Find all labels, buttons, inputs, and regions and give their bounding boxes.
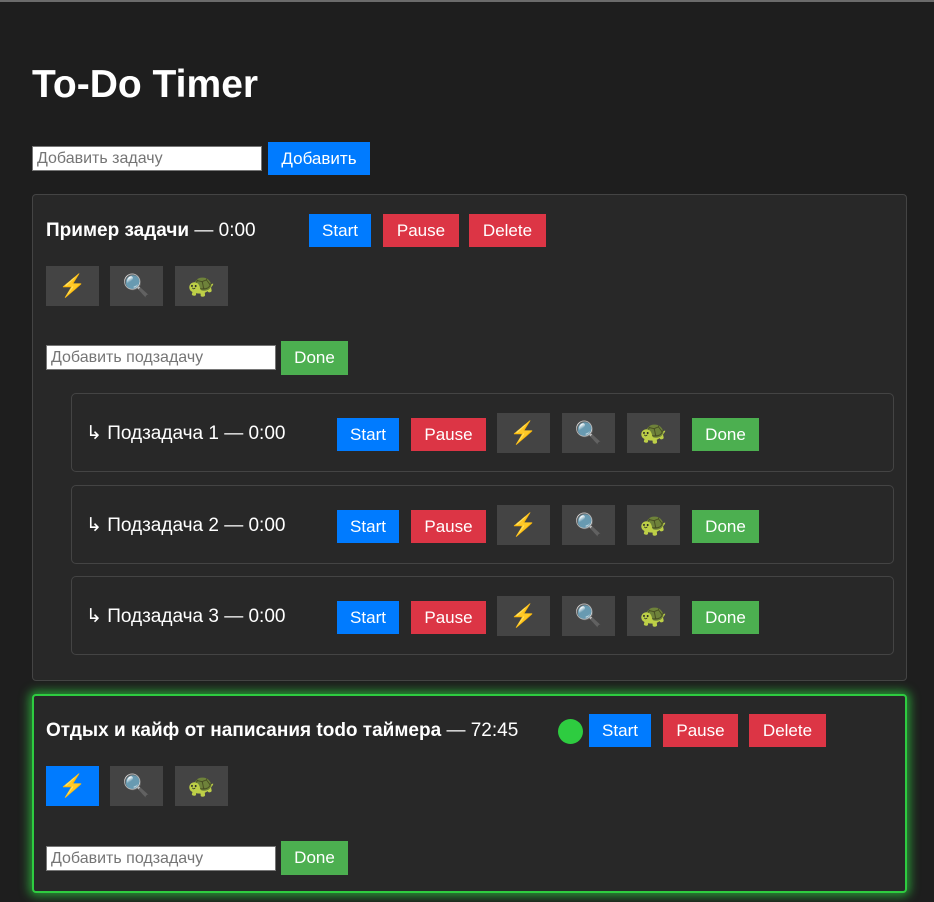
lightning-icon[interactable]: ⚡ — [497, 596, 550, 636]
magnifier-icon[interactable]: 🔍 — [110, 766, 163, 806]
subtask-label: ↳ Подзадача 2 — 0:00 — [86, 515, 286, 536]
lightning-icon[interactable]: ⚡ — [497, 413, 550, 453]
subtask-done-button[interactable]: Done — [692, 418, 759, 451]
subtask-label: ↳ Подзадача 1 — 0:00 — [86, 423, 286, 444]
window-top-border — [0, 0, 934, 2]
turtle-icon[interactable]: 🐢 — [627, 413, 680, 453]
task-start-button[interactable]: Start — [589, 714, 651, 747]
magnifier-icon[interactable]: 🔍 — [562, 505, 615, 545]
subtask-done-button[interactable]: Done — [692, 510, 759, 543]
subtask-label: ↳ Подзадача 3 — 0:00 — [86, 606, 286, 627]
task-delete-button[interactable]: Delete — [469, 214, 546, 247]
task-pause-button[interactable]: Pause — [383, 214, 459, 247]
task-pause-button[interactable]: Pause — [663, 714, 738, 747]
subtask-done-button[interactable]: Done — [692, 601, 759, 634]
subtask-pause-button[interactable]: Pause — [411, 510, 486, 543]
task-time: 72:45 — [470, 720, 519, 741]
task-card-running: Отдых и кайф от написания todo таймера —… — [32, 694, 907, 893]
magnifier-icon[interactable]: 🔍 — [562, 596, 615, 636]
turtle-icon[interactable]: 🐢 — [627, 505, 680, 545]
lightning-icon[interactable]: ⚡ — [497, 505, 550, 545]
task-delete-button[interactable]: Delete — [749, 714, 826, 747]
task-heading: Пример задачи — 0:00 — [46, 219, 256, 243]
page-title: To-Do Timer — [32, 63, 259, 106]
add-subtask-done-button[interactable]: Done — [281, 341, 348, 375]
lightning-icon[interactable]: ⚡ — [46, 766, 99, 806]
task-name: Пример задачи — [46, 220, 190, 241]
running-indicator-icon — [558, 719, 583, 744]
subtask-pause-button[interactable]: Pause — [411, 418, 486, 451]
subtask-input[interactable] — [46, 846, 276, 871]
task-separator: — — [194, 220, 214, 241]
add-task-form: Добавить — [32, 142, 370, 175]
turtle-icon[interactable]: 🐢 — [627, 596, 680, 636]
task-time: 0:00 — [218, 220, 256, 241]
subtask-pause-button[interactable]: Pause — [411, 601, 486, 634]
subtask-input[interactable] — [46, 345, 276, 370]
subtask-item: ↳ Подзадача 2 — 0:00 Start Pause ⚡ 🔍 🐢 D… — [71, 485, 894, 564]
add-task-button[interactable]: Добавить — [268, 142, 370, 175]
add-subtask-done-button[interactable]: Done — [281, 841, 348, 875]
task-name: Отдых и кайф от написания todo таймера — [46, 720, 442, 741]
subtask-start-button[interactable]: Start — [337, 418, 399, 451]
subtask-start-button[interactable]: Start — [337, 510, 399, 543]
task-card: Пример задачи — 0:00 Start Pause Delete … — [32, 194, 907, 681]
subtask-start-button[interactable]: Start — [337, 601, 399, 634]
magnifier-icon[interactable]: 🔍 — [562, 413, 615, 453]
magnifier-icon[interactable]: 🔍 — [110, 266, 163, 306]
subtask-item: ↳ Подзадача 1 — 0:00 Start Pause ⚡ 🔍 🐢 D… — [71, 393, 894, 472]
turtle-icon[interactable]: 🐢 — [175, 766, 228, 806]
task-start-button[interactable]: Start — [309, 214, 371, 247]
task-heading: Отдых и кайф от написания todo таймера —… — [46, 719, 518, 743]
new-task-input[interactable] — [32, 146, 262, 171]
task-separator: — — [446, 720, 466, 741]
subtask-item: ↳ Подзадача 3 — 0:00 Start Pause ⚡ 🔍 🐢 D… — [71, 576, 894, 655]
turtle-icon[interactable]: 🐢 — [175, 266, 228, 306]
lightning-icon[interactable]: ⚡ — [46, 266, 99, 306]
